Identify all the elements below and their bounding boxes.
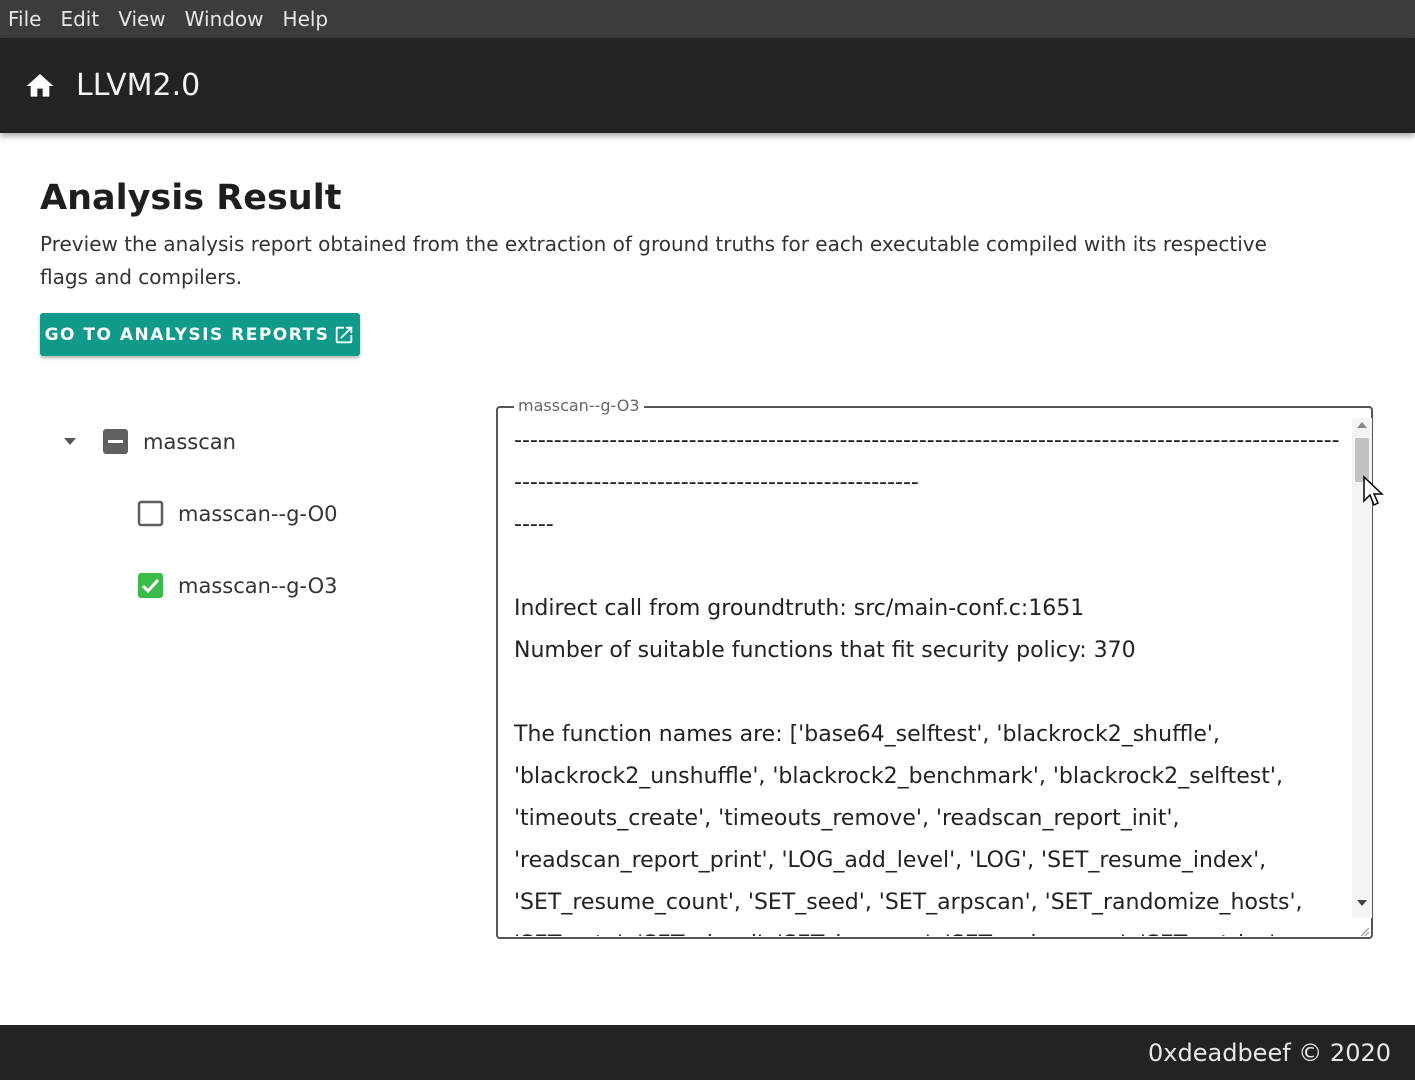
home-icon[interactable] — [24, 70, 56, 102]
tree-node-label: masscan--g-O3 — [178, 573, 338, 598]
scroll-up-arrow-icon[interactable] — [1357, 422, 1367, 428]
mouse-pointer-icon — [1362, 475, 1384, 509]
app-title: LLVM2.0 — [76, 68, 201, 103]
resize-grip-icon[interactable] — [1358, 924, 1370, 937]
scroll-down-arrow-icon[interactable] — [1357, 900, 1367, 906]
menu-help[interactable]: Help — [283, 7, 329, 31]
menu-window[interactable]: Window — [185, 7, 264, 31]
tree-node-root[interactable]: masscan — [58, 428, 236, 455]
tree-node-label: masscan — [143, 429, 236, 454]
footer: 0xdeadbeef © 2020 — [0, 1025, 1415, 1080]
page-description: Preview the analysis report obtained fro… — [40, 232, 1267, 289]
external-link-icon — [333, 324, 355, 346]
report-legend: masscan--g-O3 — [514, 396, 644, 415]
main-content: Analysis Result Preview the analysis rep… — [40, 170, 1380, 294]
reports-button-label: GO TO ANALYSIS REPORTS — [44, 324, 330, 345]
menu-edit[interactable]: Edit — [60, 7, 99, 31]
report-content[interactable]: ----------------------------------------… — [514, 420, 1344, 936]
tree-node-child[interactable]: masscan--g-O0 — [137, 500, 337, 527]
footer-copyright: 0xdeadbeef © 2020 — [1148, 1038, 1391, 1067]
page-title: Analysis Result — [40, 178, 342, 218]
unchecked-checkbox-icon[interactable] — [137, 500, 164, 527]
checked-checkbox-icon[interactable] — [137, 572, 164, 599]
tree-node-child[interactable]: masscan--g-O3 — [137, 572, 337, 599]
go-to-analysis-reports-button[interactable]: GO TO ANALYSIS REPORTS — [40, 313, 360, 356]
menu-bar: File Edit View Window Help — [0, 0, 1415, 38]
caret-down-icon[interactable] — [58, 430, 82, 454]
menu-view[interactable]: View — [118, 7, 165, 31]
menu-file[interactable]: File — [8, 7, 41, 31]
indeterminate-checkbox-icon[interactable] — [102, 428, 129, 455]
tree-node-label: masscan--g-O0 — [178, 501, 338, 526]
app-bar: LLVM2.0 — [0, 38, 1415, 133]
